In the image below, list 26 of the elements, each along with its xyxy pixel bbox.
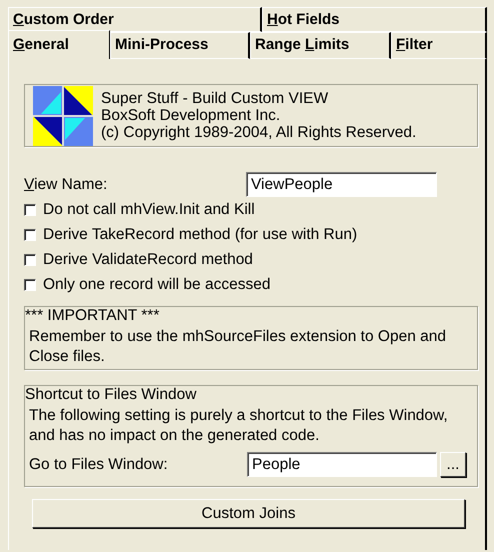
browse-button[interactable]: ... [440, 452, 466, 477]
checkbox-label: Only one record will be accessed [43, 276, 270, 294]
tab[interactable]: Filter [391, 32, 487, 59]
info-text: The following setting is purely a shortcut to the Files Window, and has no impact on the generated code. [29, 406, 449, 446]
tab[interactable]: Hot Fields [262, 7, 487, 32]
tab[interactable]: Range Limits [250, 32, 391, 59]
about-text: BoxSoft Development Inc. [101, 107, 282, 124]
tab[interactable]: Mini-Process [110, 32, 250, 59]
input-field[interactable]: People [247, 452, 437, 477]
info-text: Remember to use the mhSourceFiles extension to Open and Close files. [29, 327, 448, 367]
checkbox-label: Do not call mhView.Init and Kill [43, 200, 255, 218]
field-label: Go to Files Window: [29, 456, 169, 474]
tab[interactable]: General [8, 30, 110, 59]
input-field[interactable]: ViewPeople [246, 172, 437, 197]
checkbox[interactable] [24, 228, 36, 240]
custom-joins-button[interactable]: Custom Joins [32, 499, 465, 528]
checkbox[interactable] [24, 204, 36, 216]
field-label: View Name: [24, 176, 108, 194]
about-text: (c) Copyright 1989-2004, All Rights Reserved. [101, 124, 416, 141]
logo-icon [33, 86, 93, 146]
about-text: Super Stuff - Build Custom VIEW [101, 90, 330, 107]
checkbox[interactable] [24, 254, 36, 266]
checkbox-label: Derive ValidateRecord method [43, 250, 253, 268]
checkbox[interactable] [24, 278, 36, 290]
tab[interactable]: Custom Order [8, 7, 262, 32]
checkbox-label: Derive TakeRecord method (for use with Run) [43, 226, 358, 244]
